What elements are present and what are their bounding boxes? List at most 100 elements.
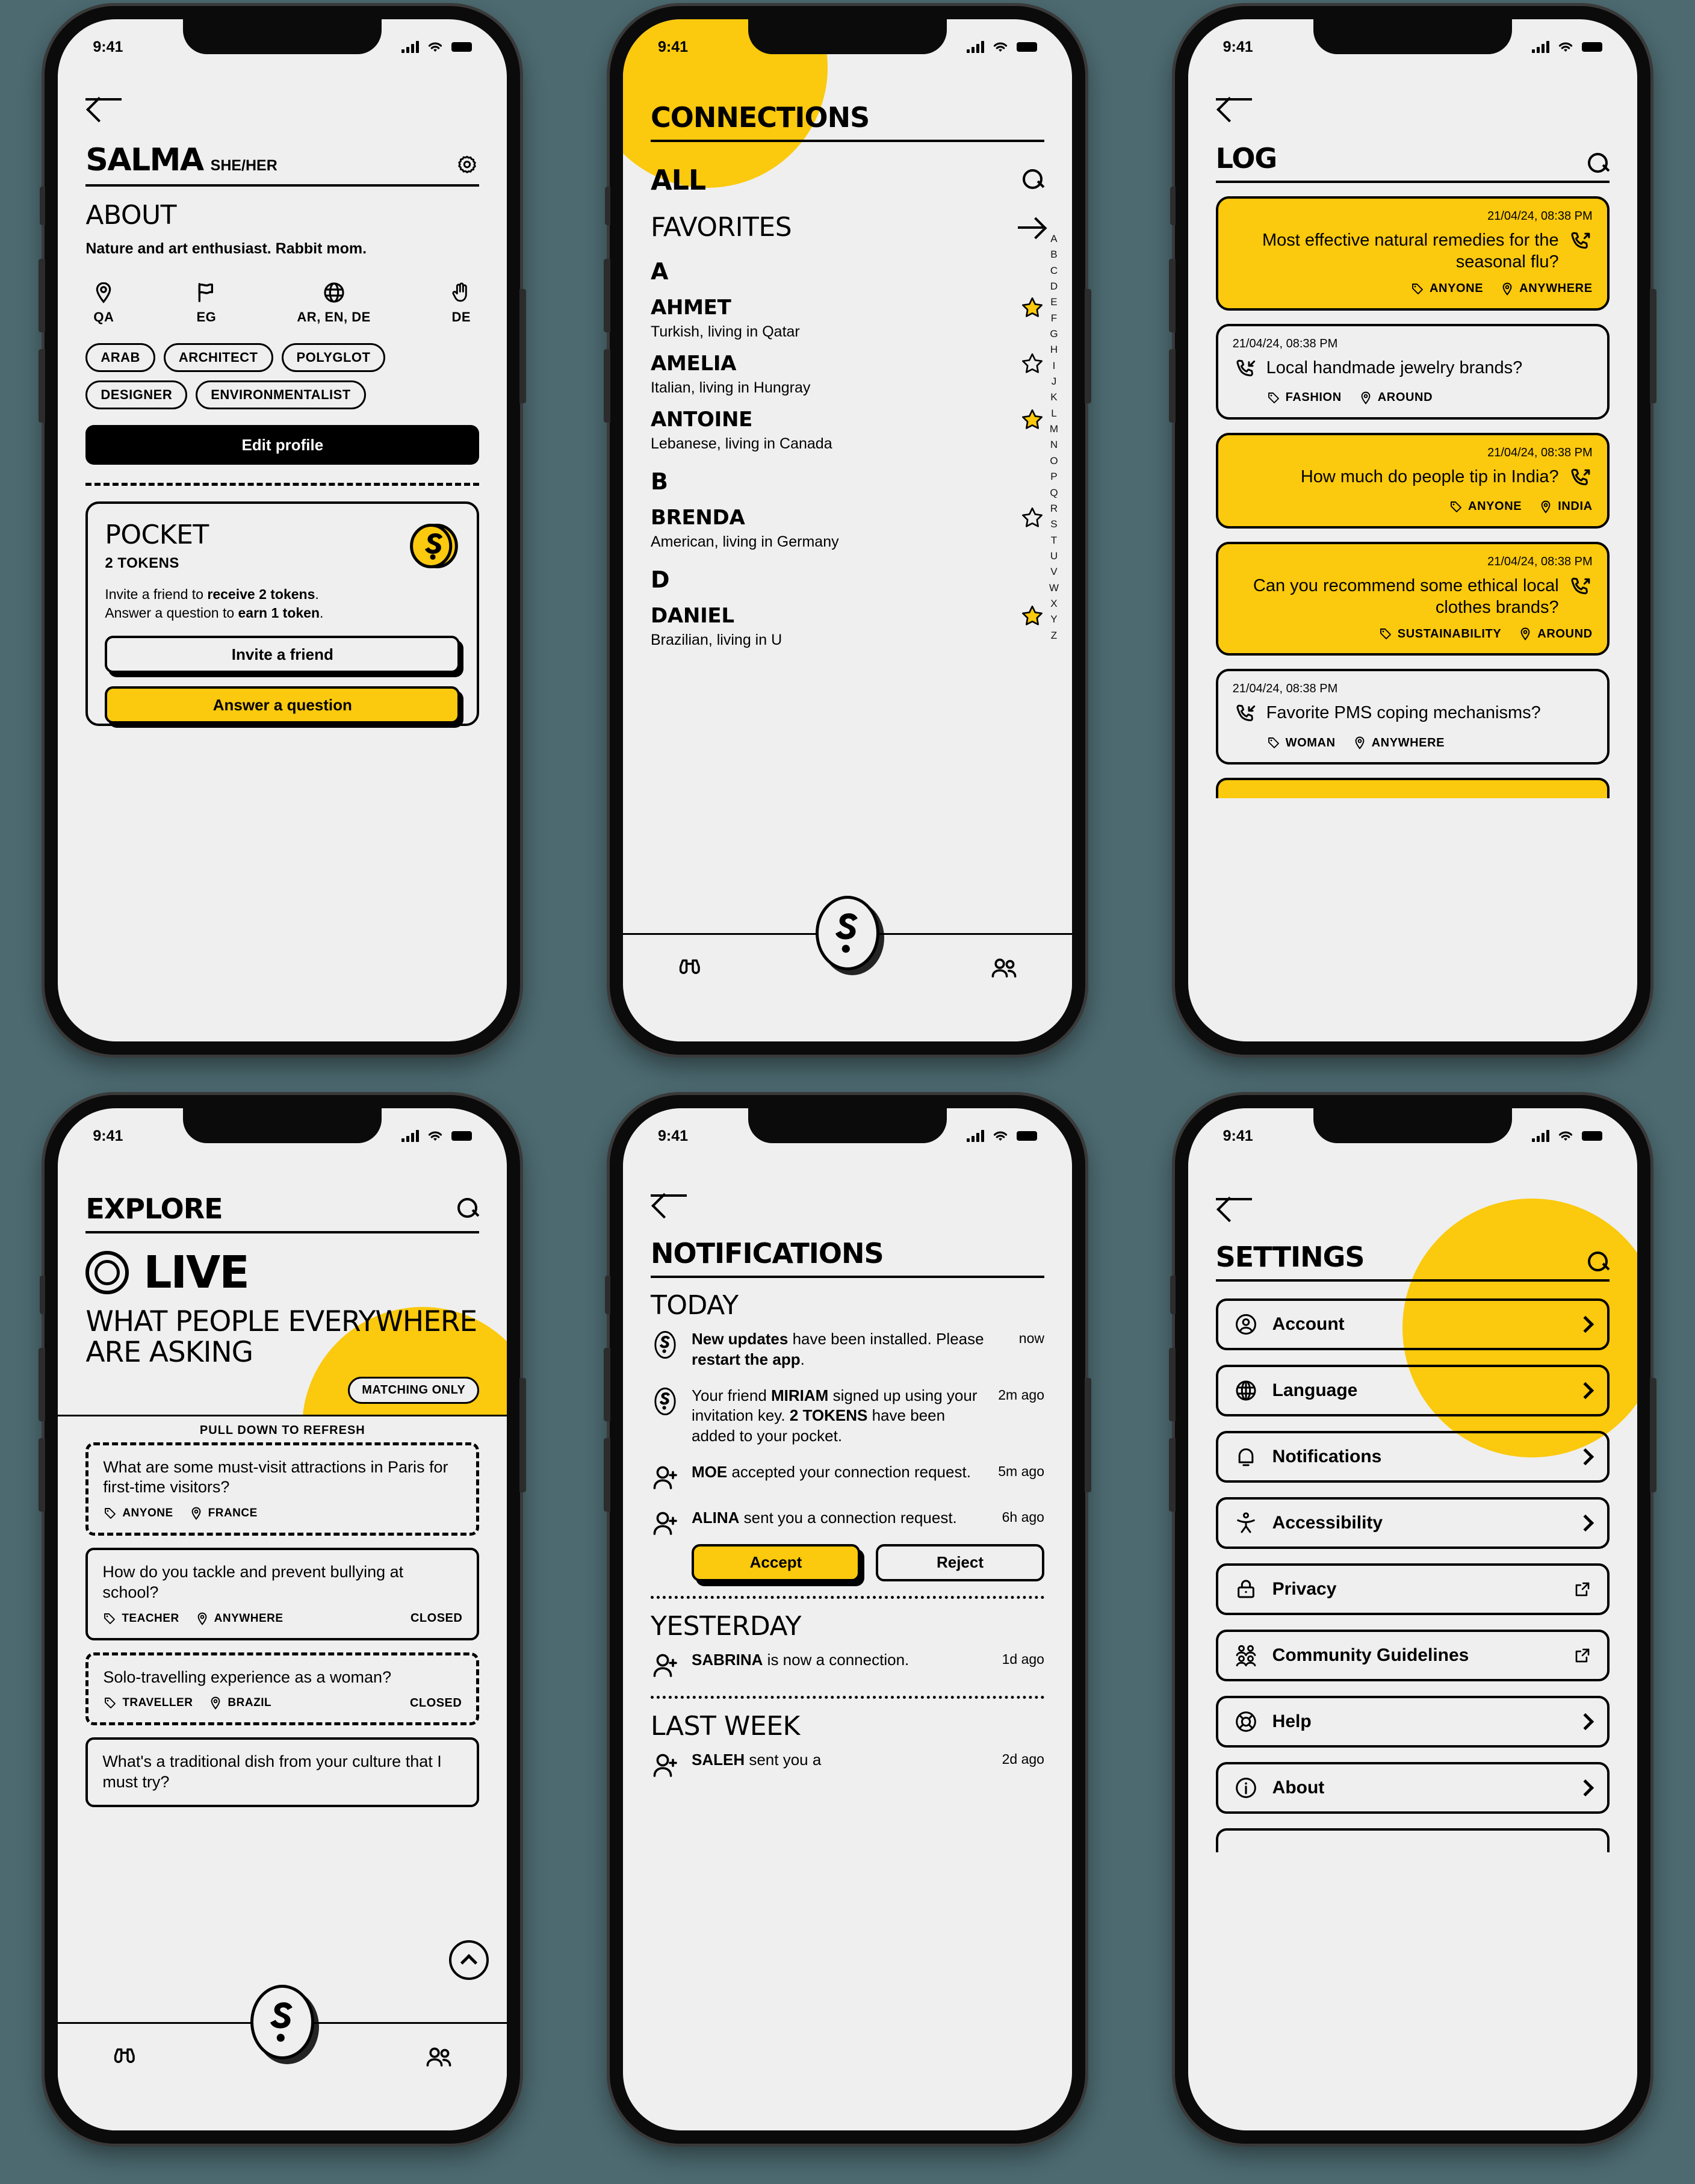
alphabet-index[interactable]: ABC DEF GHI JKL MNO PQR STU VWX YZ [1049, 231, 1059, 644]
log-meta: SUSTAINABILITY AROUND [1233, 627, 1593, 641]
notification-item[interactable]: MOE accepted your connection request. 5m… [651, 1462, 1044, 1492]
settings-item-notifications[interactable]: Notifications [1215, 1431, 1610, 1483]
log-place: ANYWHERE [1500, 282, 1592, 296]
notch [183, 1108, 382, 1143]
page-title: SALMA [85, 142, 204, 178]
star-filled-icon[interactable] [1020, 408, 1044, 432]
list-item[interactable]: AHMET Turkish, living in Qatar [651, 296, 1044, 341]
logo-ask-icon[interactable] [815, 896, 879, 970]
log-entry[interactable]: 21/04/24, 08:38 PM Most effective natura… [1215, 196, 1610, 311]
answer-question-button[interactable]: Answer a question [105, 686, 460, 724]
people-group-icon [1236, 1645, 1256, 1667]
list-item[interactable]: ANTOINE Lebanese, living in Canada [651, 408, 1044, 453]
favorites-row[interactable]: FAVORITES [651, 212, 1044, 243]
notch [183, 19, 382, 54]
back-button[interactable] [650, 1183, 688, 1207]
question-card[interactable]: What are some must-visit attractions in … [85, 1442, 480, 1536]
question-tag: ANYONE [103, 1506, 173, 1521]
question-card[interactable]: What's a traditional dish from your cult… [85, 1737, 480, 1807]
list-item[interactable]: AMELIA Italian, living in Hungray [651, 352, 1044, 397]
back-button[interactable] [1215, 87, 1253, 111]
tag-chip[interactable]: POLYGLOT [281, 343, 386, 372]
edit-profile-button[interactable]: Edit profile [85, 425, 480, 465]
log-question: Can you recommend some ethical local clo… [1253, 575, 1559, 617]
notification-item[interactable]: ALINA sent you a connection request. 6h … [651, 1508, 1044, 1538]
notification-text: MOE accepted your connection request. [691, 1462, 971, 1481]
log-entry[interactable]: 21/04/24, 08:38 PM Local handmade jewelr… [1215, 323, 1610, 420]
list-item[interactable]: DANIEL Brazilian, living in U [651, 604, 1044, 649]
search-icon[interactable] [1587, 1252, 1610, 1273]
star-filled-icon[interactable] [1020, 296, 1044, 320]
tab-all[interactable]: ALL [651, 164, 706, 196]
accept-button[interactable]: Accept [691, 1543, 860, 1581]
question-meta: TRAVELLER BRAZIL CLOSED [103, 1696, 462, 1710]
log-entry[interactable]: 21/04/24, 08:38 PM Favorite PMS coping m… [1215, 669, 1610, 765]
divider [1215, 181, 1610, 183]
list-item[interactable]: BRENDA American, living in Germany [651, 506, 1044, 551]
wifi-icon [993, 1131, 1008, 1141]
wifi-icon [429, 42, 442, 52]
log-question: Most effective natural remedies for the … [1262, 231, 1559, 272]
settings-item-privacy[interactable]: Privacy [1215, 1563, 1610, 1615]
back-button[interactable] [1215, 1187, 1253, 1211]
bell-icon [1238, 1448, 1253, 1466]
notification-item[interactable]: Your friend MIRIAM signed up using your … [651, 1386, 1044, 1447]
scroll-to-top-button[interactable] [449, 1940, 489, 1980]
search-icon[interactable] [1022, 169, 1044, 191]
notification-item[interactable]: New updates have been installed. Please … [651, 1329, 1044, 1370]
log-entry[interactable]: 21/04/24, 08:38 PM How much do people ti… [1215, 432, 1610, 529]
status-time: 9:41 [93, 1127, 123, 1144]
gear-icon[interactable] [455, 154, 479, 178]
settings-item-accessibility[interactable]: Accessibility [1215, 1497, 1610, 1549]
question-card[interactable]: Solo-travelling experience as a woman? T… [85, 1652, 480, 1726]
tag-chip[interactable]: ENVIRONMENTALIST [196, 380, 366, 409]
settings-item-label: Accessibility [1272, 1513, 1383, 1533]
star-filled-icon[interactable] [1020, 604, 1044, 628]
chevron-right-icon [1576, 1448, 1594, 1466]
logo-ask-icon[interactable] [250, 1985, 315, 2059]
question-text: What's a traditional dish from your cult… [102, 1752, 442, 1791]
search-icon[interactable] [457, 1198, 479, 1220]
tag-chip[interactable]: ARCHITECT [163, 343, 273, 372]
back-button[interactable] [85, 87, 123, 111]
tag-chip[interactable]: ARAB [85, 343, 155, 372]
settings-item-account[interactable]: Account [1215, 1298, 1610, 1350]
reject-button[interactable]: Reject [875, 1543, 1044, 1581]
notification-item[interactable]: SABRINA is now a connection. 1d ago [651, 1650, 1044, 1680]
arrow-right-icon[interactable] [1017, 219, 1044, 237]
star-outline-icon[interactable] [1020, 506, 1044, 530]
people-icon[interactable] [423, 2044, 456, 2070]
settings-item-about[interactable]: About [1215, 1762, 1610, 1814]
settings-item-language[interactable]: Language [1215, 1365, 1610, 1416]
question-card[interactable]: How do you tackle and prevent bullying a… [85, 1548, 480, 1640]
people-icon[interactable] [988, 955, 1021, 981]
battery-icon [1016, 42, 1037, 52]
star-outline-icon[interactable] [1020, 352, 1044, 376]
log-entry[interactable]: 21/04/24, 08:38 PM Can you recommend som… [1215, 541, 1610, 656]
location-pin-icon [1502, 282, 1512, 296]
notch [748, 1108, 947, 1143]
log-tag: ANYONE [1449, 500, 1522, 514]
invite-friend-button[interactable]: Invite a friend [105, 636, 460, 674]
battery-icon [1581, 1131, 1602, 1141]
tag-chip[interactable]: DESIGNER [85, 380, 188, 409]
search-icon[interactable] [1587, 153, 1610, 175]
live-label: LIVE [143, 1247, 250, 1298]
chevron-up-icon [460, 1953, 478, 1971]
notification-text: Your friend MIRIAM signed up using your … [691, 1386, 978, 1445]
location-pin-icon [1541, 500, 1551, 513]
divider [85, 483, 480, 486]
matching-only-toggle[interactable]: MATCHING ONLY [348, 1376, 480, 1404]
logo-ask-icon [654, 1387, 676, 1415]
binoculars-icon[interactable] [108, 2044, 141, 2070]
question-text: Solo-travelling experience as a woman? [103, 1667, 392, 1686]
divider [85, 1231, 480, 1233]
settings-item-community-guidelines[interactable]: Community Guidelines [1215, 1630, 1610, 1681]
settings-item-partial[interactable] [1215, 1828, 1610, 1852]
binoculars-icon[interactable] [674, 955, 706, 981]
chevron-right-icon [1576, 1514, 1594, 1532]
settings-item-help[interactable]: Help [1215, 1696, 1610, 1748]
log-question-row: Most effective natural remedies for the … [1233, 229, 1593, 273]
tag-icon [1412, 283, 1423, 294]
notification-item[interactable]: SALEH sent you a 2d ago [651, 1750, 1044, 1780]
